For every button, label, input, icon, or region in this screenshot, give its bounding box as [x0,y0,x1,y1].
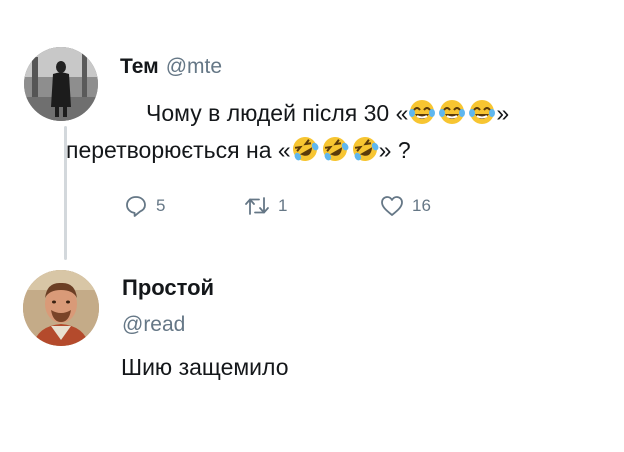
face-with-tears-of-joy-icon [409,100,436,124]
tweet-text-part: перетворюється на « [66,137,291,163]
heart-icon [381,196,403,216]
author-handle[interactable]: @read [122,313,185,337]
reply-button[interactable]: 5 [124,194,244,218]
author-name[interactable]: Простой [122,275,214,301]
tweet-text-part: » ? [378,137,411,163]
tweet-text-part: Чому в людей після 30 « [146,100,409,126]
author-name[interactable]: Тем [120,55,159,79]
retweet-icon [245,197,269,215]
tweet2-text: Шию защемило [121,354,289,380]
like-button[interactable]: 16 [380,194,431,218]
like-count: 16 [412,196,431,215]
avatar[interactable] [23,270,99,346]
author-handle[interactable]: @mte [166,55,222,79]
retweet-count: 1 [278,196,288,215]
tweet1-author: Тем @mte [120,55,222,79]
tweet1-text: Чому в людей після 30 « » перетворюється … [66,95,606,169]
rolling-on-the-floor-laughing-icon [352,137,379,161]
rolling-on-the-floor-laughing-icon [292,137,319,161]
emoji-group-rolling-laughing [291,135,379,163]
retweet-button[interactable]: 1 [244,194,380,218]
face-with-tears-of-joy-icon [469,100,496,124]
avatar-photo-person-icon [23,270,99,346]
reply-count: 5 [156,196,166,215]
face-with-tears-of-joy-icon [439,100,466,124]
emoji-group-tears-of-joy [408,98,496,126]
tweet-text-part: » [496,100,510,126]
tweet1-actions: 5 1 16 [124,194,431,218]
rolling-on-the-floor-laughing-icon [322,137,349,161]
reply-icon [126,196,146,217]
